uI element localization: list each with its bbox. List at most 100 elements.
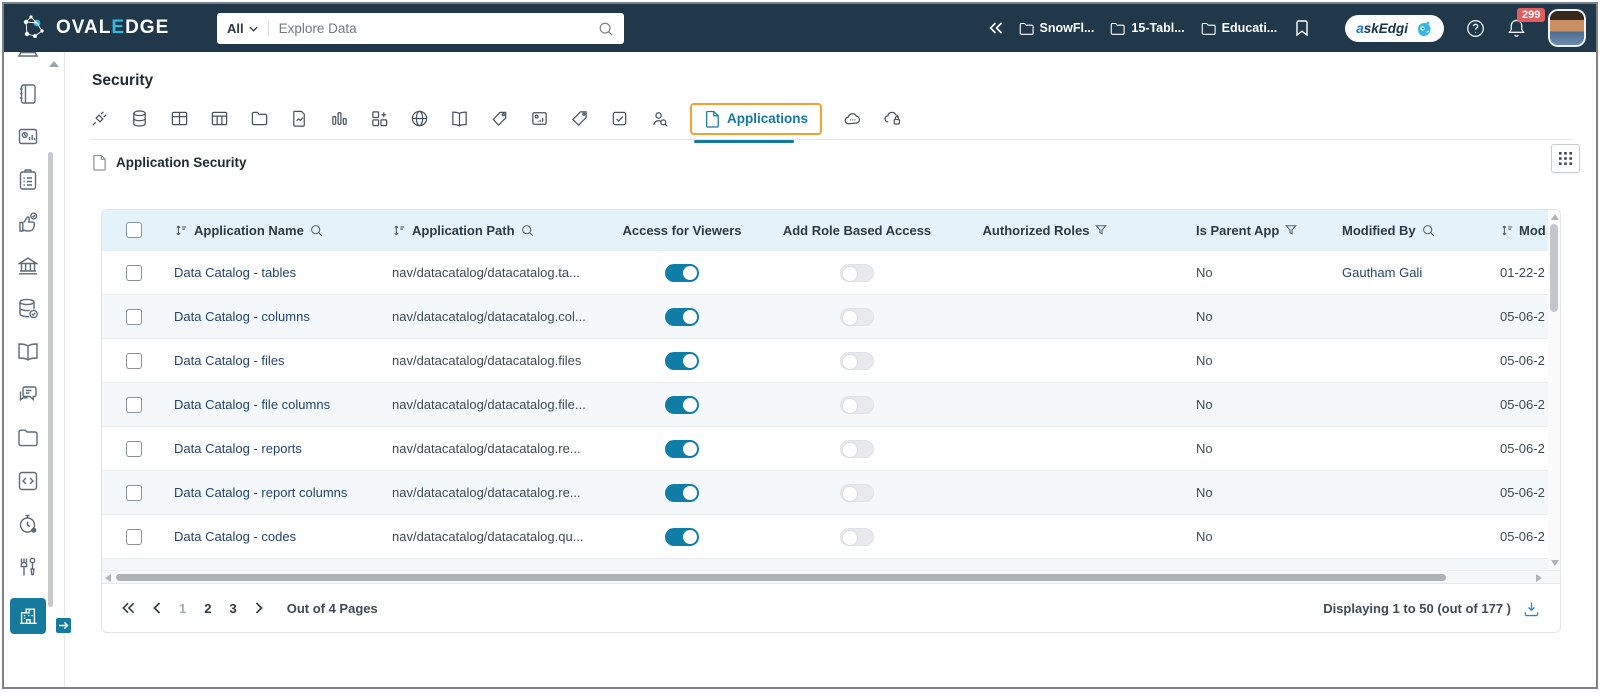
cloud-api-icon[interactable] <box>843 109 862 128</box>
role-access-toggle[interactable] <box>840 395 874 414</box>
application-name[interactable]: Data Catalog - reports <box>174 441 302 456</box>
image-chart-icon[interactable] <box>530 109 549 128</box>
jobs-icon[interactable] <box>16 512 40 536</box>
role-access-toggle[interactable] <box>840 439 874 458</box>
sidebar-scrollbar[interactable] <box>48 152 53 607</box>
notifications-button[interactable]: 299 <box>1507 7 1546 39</box>
filter-icon[interactable] <box>1285 224 1298 236</box>
filter-icon[interactable] <box>1095 224 1108 236</box>
row-checkbox[interactable] <box>126 440 142 457</box>
folder-icon[interactable] <box>250 109 269 128</box>
data-quality-icon[interactable] <box>16 297 40 321</box>
report-columns-icon[interactable] <box>370 109 389 128</box>
column-settings-button[interactable] <box>1551 144 1580 173</box>
database-icon[interactable] <box>130 109 149 128</box>
codes-book-icon[interactable] <box>450 109 469 128</box>
row-checkbox[interactable] <box>126 528 142 545</box>
collapse-chevrons-icon[interactable] <box>988 22 1003 34</box>
sort-icon[interactable] <box>174 223 188 237</box>
bookmark-icon[interactable] <box>1295 19 1309 37</box>
recent-item-15-tables[interactable]: 15-Tabl... <box>1110 21 1185 35</box>
search-icon[interactable] <box>1422 224 1435 237</box>
download-icon[interactable] <box>1523 600 1540 617</box>
previous-page-button[interactable] <box>153 602 161 614</box>
help-icon[interactable] <box>1466 19 1485 38</box>
col-authorized-roles: Authorized Roles <box>982 222 1090 238</box>
file-query-icon[interactable] <box>290 109 309 128</box>
viewer-access-toggle[interactable] <box>665 395 699 414</box>
avatar[interactable] <box>1550 11 1584 45</box>
row-checkbox[interactable] <box>126 264 142 281</box>
sort-icon[interactable] <box>392 223 406 237</box>
clipboard-icon[interactable] <box>16 168 40 192</box>
search-scope-dropdown[interactable]: All <box>227 21 269 36</box>
role-access-toggle[interactable] <box>840 527 874 546</box>
governance-icon[interactable] <box>16 254 40 278</box>
viewer-access-toggle[interactable] <box>665 351 699 370</box>
first-page-button[interactable] <box>122 602 135 614</box>
row-checkbox[interactable] <box>126 484 142 501</box>
search-icon[interactable] <box>310 224 323 237</box>
laptop-icon[interactable] <box>16 52 40 63</box>
projects-icon[interactable] <box>16 426 40 450</box>
monitor-chart-icon[interactable] <box>16 125 40 149</box>
ask-edgi-button[interactable]: askEdgi <box>1345 14 1444 42</box>
page-number-3[interactable]: 3 <box>229 601 236 616</box>
sidebar-scroll-up-icon[interactable] <box>49 61 59 67</box>
row-checkbox[interactable] <box>126 308 142 325</box>
collaboration-icon[interactable] <box>16 383 40 407</box>
modified-by: Gautham Gali <box>1342 265 1423 280</box>
connector-icon[interactable] <box>90 109 109 128</box>
sort-icon[interactable] <box>1500 223 1514 237</box>
table-columns-icon[interactable] <box>210 109 229 128</box>
application-name[interactable]: Data Catalog - columns <box>174 309 310 324</box>
next-page-button[interactable] <box>255 602 263 614</box>
tab-applications[interactable]: Applications <box>690 102 823 143</box>
search-input[interactable] <box>268 21 598 36</box>
administration-icon[interactable] <box>10 598 46 634</box>
application-name[interactable]: Data Catalog - codes <box>174 529 296 544</box>
viewer-access-toggle[interactable] <box>665 263 699 282</box>
recent-item-snowflake[interactable]: SnowFl... <box>1019 21 1094 35</box>
row-checkbox[interactable] <box>126 352 142 369</box>
checkbox-icon[interactable] <box>610 109 629 128</box>
table-icon[interactable] <box>170 109 189 128</box>
app-window: OVALEDGE All SnowFl... 15-Tabl... <box>2 2 1598 689</box>
brand-logo[interactable]: OVALEDGE <box>18 4 169 52</box>
user-search-icon[interactable] <box>650 109 669 128</box>
application-name[interactable]: Data Catalog - report columns <box>174 485 347 500</box>
sidebar-expand-button[interactable] <box>54 616 73 635</box>
search-icon[interactable] <box>598 21 614 37</box>
row-checkbox[interactable] <box>126 396 142 413</box>
certification-icon[interactable] <box>16 211 40 235</box>
application-name[interactable]: Data Catalog - files <box>174 353 285 368</box>
search-icon[interactable] <box>521 224 534 237</box>
page-number-2[interactable]: 2 <box>204 601 211 616</box>
role-access-toggle[interactable] <box>840 351 874 370</box>
modified-date: 01-22-2 <box>1500 265 1545 280</box>
viewer-access-toggle[interactable] <box>665 527 699 546</box>
role-access-toggle[interactable] <box>840 307 874 326</box>
tools-icon[interactable] <box>16 555 40 579</box>
application-name[interactable]: Data Catalog - tables <box>174 265 296 280</box>
role-access-toggle[interactable] <box>840 263 874 282</box>
tag-icon[interactable] <box>570 109 589 128</box>
globe-icon[interactable] <box>410 109 429 128</box>
glossary-icon[interactable] <box>16 340 40 364</box>
select-all-checkbox[interactable] <box>126 222 142 238</box>
viewer-access-toggle[interactable] <box>665 307 699 326</box>
notebook-icon[interactable] <box>16 82 40 106</box>
report-icon[interactable] <box>330 109 349 128</box>
application-path: nav/datacatalog/datacatalog.col... <box>392 309 586 324</box>
application-name[interactable]: Data Catalog - file columns <box>174 397 330 412</box>
tag-badge-icon[interactable] <box>490 109 509 128</box>
table-vertical-scrollbar[interactable] <box>1548 210 1560 570</box>
cloud-lock-icon[interactable] <box>883 109 902 128</box>
viewer-access-toggle[interactable] <box>665 483 699 502</box>
table-horizontal-scrollbar[interactable] <box>102 570 1560 583</box>
viewer-access-toggle[interactable] <box>665 439 699 458</box>
page-number-1[interactable]: 1 <box>179 601 186 616</box>
role-access-toggle[interactable] <box>840 483 874 502</box>
query-sheet-icon[interactable] <box>16 469 40 493</box>
recent-item-education[interactable]: Educati... <box>1201 21 1277 35</box>
